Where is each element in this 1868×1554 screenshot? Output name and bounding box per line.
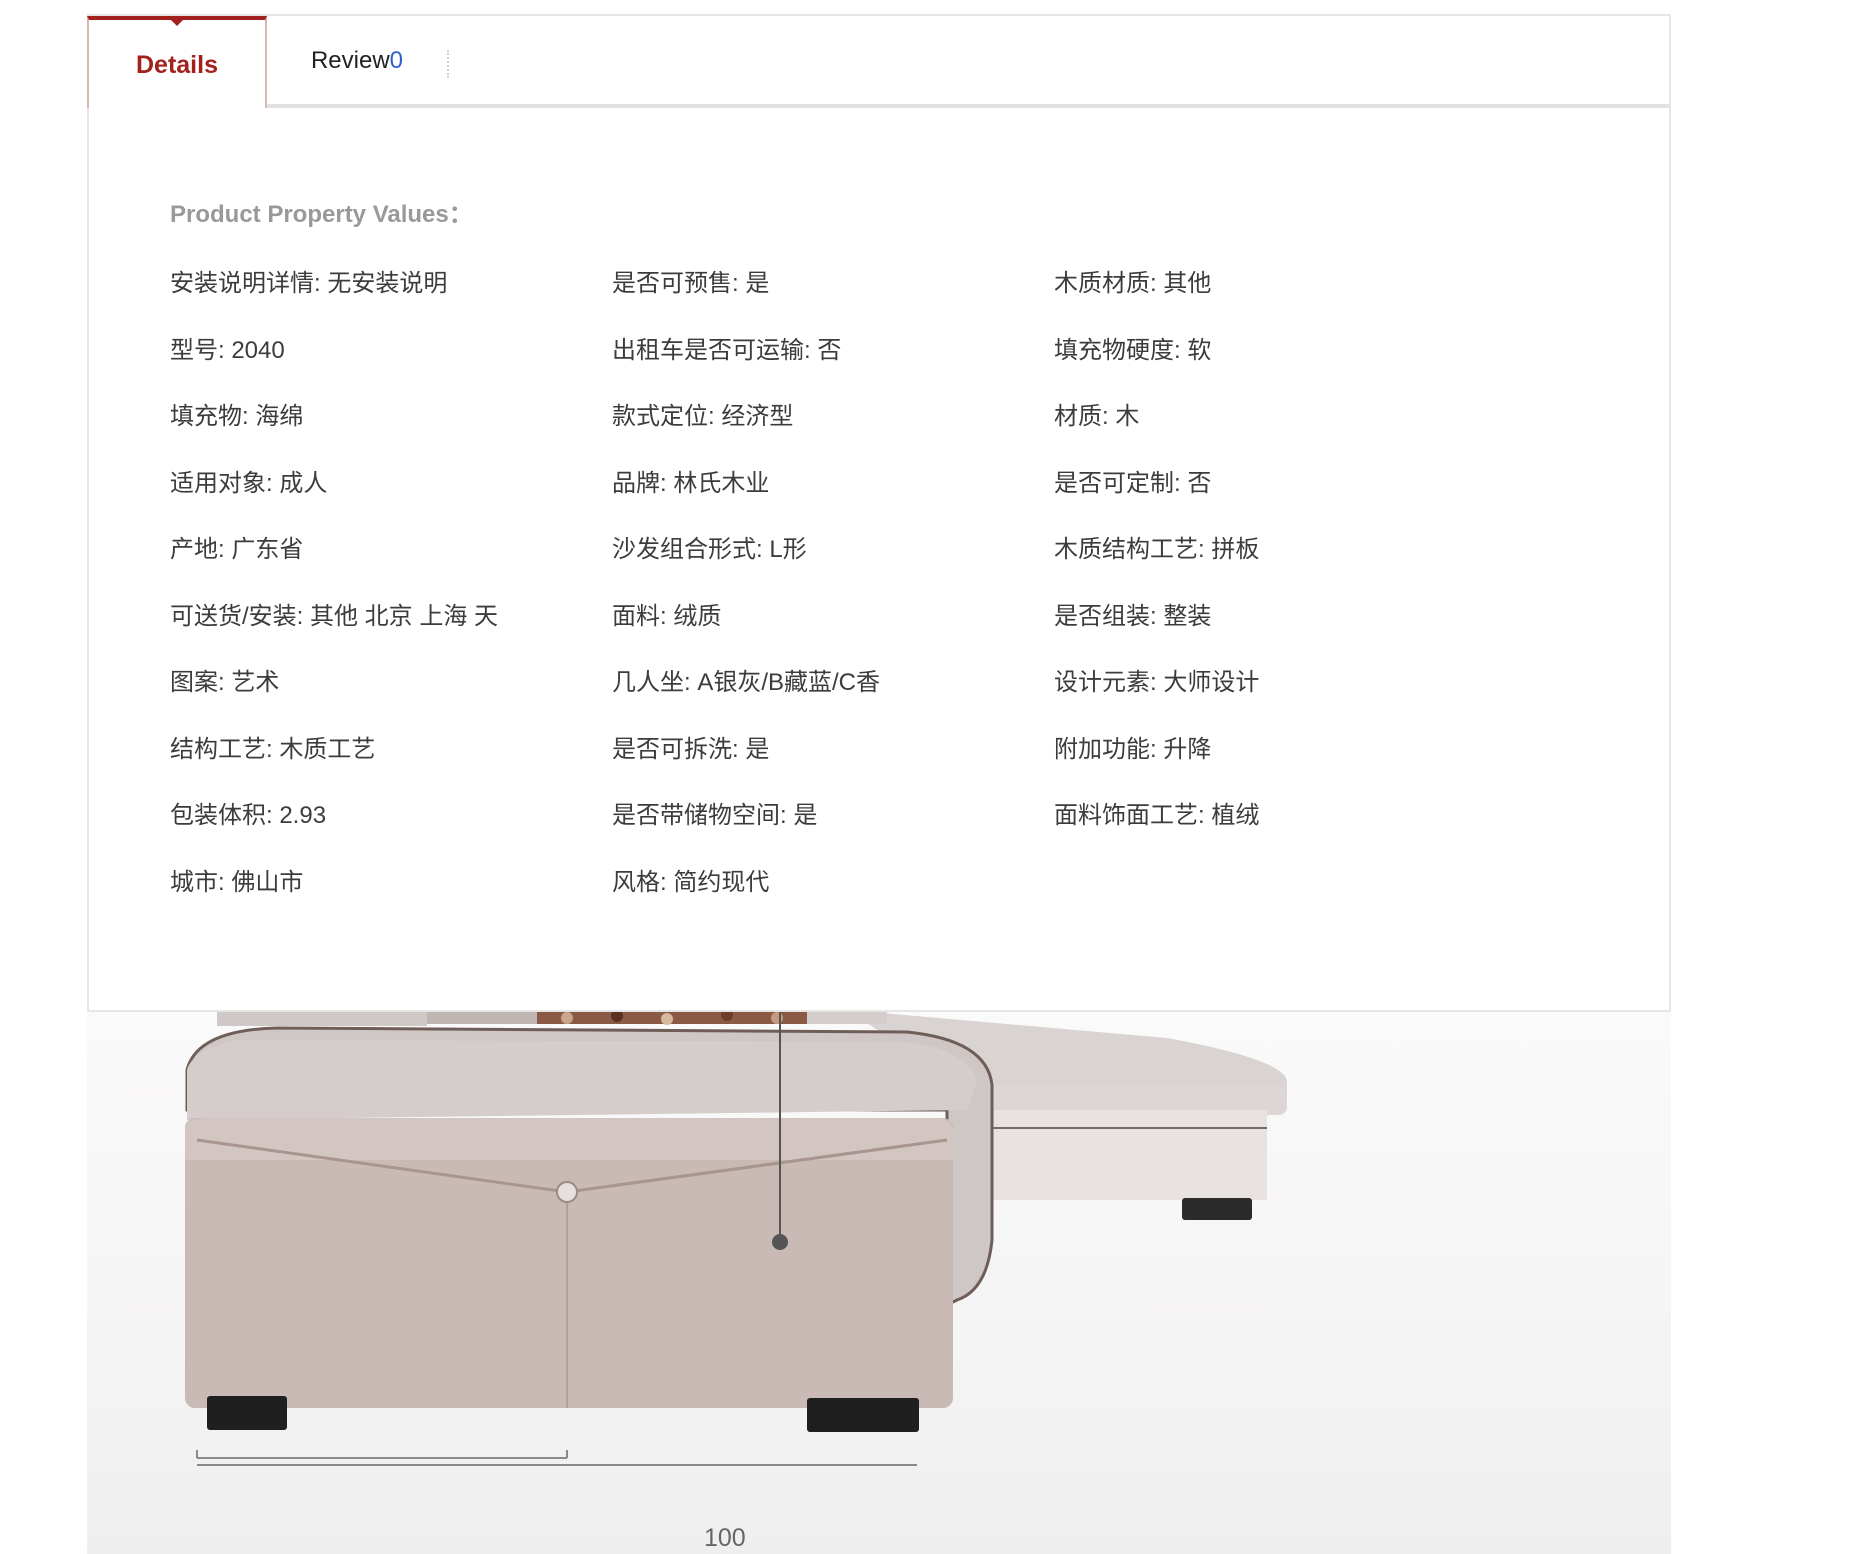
property-item: 填充物硬度: 软 [1054, 336, 1212, 364]
property-values-heading: Product Property Values： [170, 201, 473, 228]
active-tab-caret-icon [170, 19, 184, 26]
property-item: 材质: 木 [1054, 403, 1140, 430]
property-item: 沙发组合形式: L形 [612, 536, 807, 563]
property-item: 是否组装: 整装 [1054, 602, 1212, 630]
product-image: 100 [87, 1010, 1671, 1554]
property-item: 可送货/安装: 其他 北京 上海 天 [170, 602, 499, 630]
property-item: 型号: 2040 [170, 336, 285, 364]
property-item: 木质结构工艺: 拼板 [1054, 536, 1260, 563]
details-panel: Product Property Values： 安装说明详情: 无安装说明是否… [87, 108, 1671, 1012]
property-item: 包装体积: 2.93 [170, 802, 327, 829]
tab-details-label: Details [136, 50, 218, 79]
property-item: 是否可预售: 是 [612, 270, 770, 297]
product-detail-page: Details Review 0 Product Property Values：… [0, 0, 1868, 1554]
property-item: 填充物: 海绵 [170, 403, 304, 430]
property-item: 面料饰面工艺: 植绒 [1054, 802, 1260, 829]
dimension-label: 100 [704, 1524, 746, 1552]
review-count: 0 [389, 47, 404, 74]
property-item: 是否可定制: 否 [1054, 469, 1212, 497]
property-list: 安装说明详情: 无安装说明 是否可预售: 是 木质材质: 其他型号: 2040 出租车… [170, 268, 1570, 933]
sofa-illustration [185, 1010, 1287, 1466]
property-item: 风格: 简约现代 [612, 868, 770, 896]
property-item: 适用对象: 成人 [170, 469, 328, 497]
property-item: 出租车是否可运输: 否 [612, 336, 842, 364]
property-item: 木质材质: 其他 [1054, 270, 1212, 297]
property-item: 面料: 绒质 [612, 602, 722, 630]
property-item: 安装说明详情: 无安装说明 [170, 270, 448, 297]
property-item: 产地: 广东省 [170, 536, 304, 563]
tab-divider [447, 50, 449, 78]
property-item: 附加功能: 升降 [1054, 735, 1212, 763]
tab-details[interactable]: Details [87, 16, 267, 110]
property-item: 设计元素: 大师设计 [1054, 669, 1260, 696]
tab-review-label: Review [310, 47, 390, 74]
property-item: 品牌: 林氏木业 [612, 469, 770, 497]
property-item: 图案: 艺术 [170, 669, 280, 696]
property-item: 城市: 佛山市 [170, 868, 304, 896]
property-item: 是否带储物空间: 是 [612, 802, 818, 829]
property-item: 结构工艺: 木质工艺 [170, 735, 376, 763]
property-item: 是否可拆洗: 是 [612, 735, 770, 763]
property-item: 款式定位: 经济型 [612, 403, 794, 430]
property-item: 几人坐: A银灰/B藏蓝/C香 [612, 669, 881, 696]
detail-tab-bar: Details Review 0 [87, 14, 1671, 110]
tab-review[interactable]: Review 0 [267, 16, 447, 106]
